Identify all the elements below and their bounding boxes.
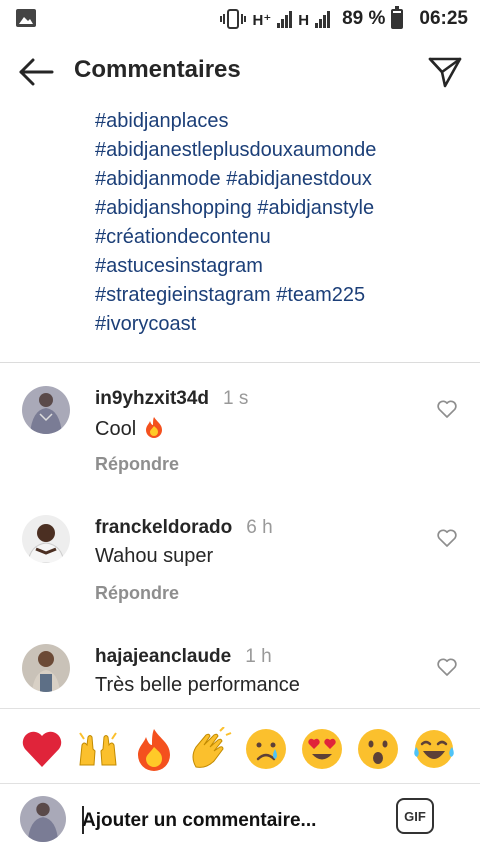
reply-button[interactable]: Répondre bbox=[95, 583, 179, 604]
heart-outline-icon[interactable] bbox=[437, 658, 457, 676]
hashtag-line[interactable]: #abidjanestleplusdouxaumonde bbox=[95, 136, 465, 165]
fire-emoji-icon[interactable] bbox=[132, 727, 176, 771]
surprised-face-emoji-icon[interactable] bbox=[356, 727, 400, 771]
divider bbox=[0, 362, 480, 363]
reply-button[interactable]: Répondre bbox=[95, 454, 179, 475]
crying-face-emoji-icon[interactable] bbox=[244, 727, 288, 771]
clapping-hands-emoji-icon[interactable] bbox=[188, 727, 232, 771]
username-text[interactable]: franckeldorado bbox=[95, 517, 232, 538]
hashtag-line[interactable]: #strategieinstagram #team225 bbox=[95, 281, 465, 310]
gif-button[interactable]: GIF bbox=[396, 798, 434, 834]
battery-percent: 89 % bbox=[342, 8, 386, 29]
comment-item: franckeldorado 6 h Wahou super Répondre bbox=[0, 515, 480, 635]
signal-icon-2 bbox=[315, 10, 331, 28]
vibrate-icon bbox=[220, 9, 247, 29]
avatar[interactable] bbox=[22, 644, 70, 692]
comment-text-content: Cool bbox=[95, 418, 137, 440]
hashtag-line[interactable]: #abidjanplaces bbox=[95, 107, 465, 136]
username-text[interactable]: in9yhzxit34d bbox=[95, 388, 209, 409]
fire-emoji-icon bbox=[145, 417, 162, 438]
hashtag-line[interactable]: #créationdecontenu bbox=[95, 223, 465, 252]
comment-text: Cool bbox=[95, 416, 164, 441]
comment-input-bar: GIF bbox=[0, 784, 480, 854]
emoji-quick-bar bbox=[0, 708, 480, 784]
heart-outline-icon[interactable] bbox=[437, 400, 457, 418]
heart-emoji-icon[interactable] bbox=[20, 727, 64, 771]
comment-time: 1 s bbox=[223, 388, 249, 409]
network-type-2: H bbox=[298, 11, 310, 29]
own-avatar[interactable] bbox=[20, 796, 66, 842]
raising-hands-emoji-icon[interactable] bbox=[76, 727, 120, 771]
comment-input[interactable] bbox=[82, 806, 372, 836]
heart-outline-icon[interactable] bbox=[437, 529, 457, 547]
comment-item: in9yhzxit34d 1 s Cool Répondre bbox=[0, 386, 480, 506]
signal-icon-1 bbox=[277, 10, 293, 28]
hashtag-line[interactable]: #abidjanmode #abidjanestdoux bbox=[95, 165, 465, 194]
post-caption: #abidjanplaces #abidjanestleplusdouxaumo… bbox=[95, 107, 465, 339]
arrow-left-icon[interactable] bbox=[18, 58, 54, 86]
heart-eyes-emoji-icon[interactable] bbox=[300, 727, 344, 771]
comment-time: 6 h bbox=[246, 517, 273, 538]
status-bar: H⁺ H 89 % 06:25 bbox=[0, 0, 480, 38]
comment-text: Très belle performance bbox=[95, 674, 300, 696]
avatar[interactable] bbox=[22, 515, 70, 563]
comment-item: hajajeanclaude 1 h Très belle performance bbox=[0, 644, 480, 708]
hashtag-line[interactable]: #ivorycoast bbox=[95, 310, 465, 339]
comment-username[interactable]: franckeldorado 6 h bbox=[95, 517, 273, 539]
hashtag-line[interactable]: #abidjanshopping #abidjanstyle bbox=[95, 194, 465, 223]
paper-plane-icon[interactable] bbox=[428, 56, 462, 88]
comment-text: Wahou super bbox=[95, 545, 214, 567]
username-text[interactable]: hajajeanclaude bbox=[95, 646, 231, 667]
comment-username[interactable]: in9yhzxit34d 1 s bbox=[95, 388, 248, 410]
network-type-1: H⁺ bbox=[252, 12, 272, 29]
tears-of-joy-emoji-icon[interactable] bbox=[412, 727, 456, 771]
page-title: Commentaires bbox=[74, 56, 241, 83]
comment-username[interactable]: hajajeanclaude 1 h bbox=[95, 646, 272, 668]
header: Commentaires bbox=[0, 44, 480, 100]
comment-time: 1 h bbox=[245, 646, 272, 667]
hashtag-line[interactable]: #astucesinstagram bbox=[95, 252, 465, 281]
avatar[interactable] bbox=[22, 386, 70, 434]
clock: 06:25 bbox=[419, 8, 468, 29]
battery-icon bbox=[391, 6, 404, 29]
image-notification-icon bbox=[16, 9, 36, 27]
